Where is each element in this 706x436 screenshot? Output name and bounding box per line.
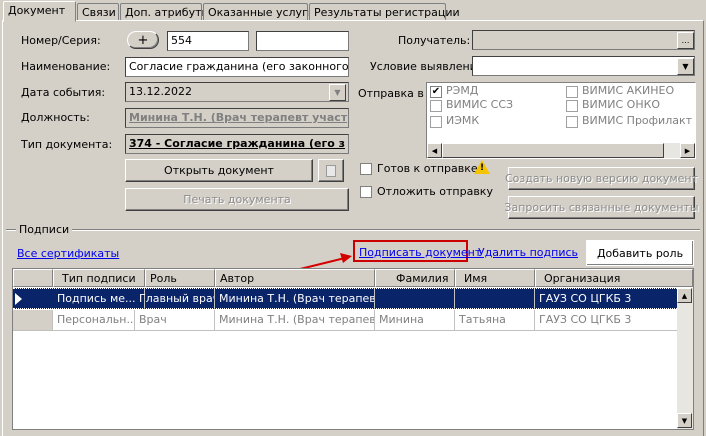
- column-header-role[interactable]: Роль: [145, 269, 215, 287]
- grid-vertical-scrollbar[interactable]: ▲ ▼: [677, 288, 693, 429]
- arrow-up-icon: ▲: [681, 291, 688, 300]
- arrow-down-icon: ▼: [681, 416, 688, 425]
- column-header-last-name[interactable]: Фамилия: [375, 269, 455, 287]
- column-header-type[interactable]: Тип подписи: [53, 269, 145, 287]
- column-header-author[interactable]: Автор: [215, 269, 375, 287]
- cell-author: Минина Т.Н. (Врач терапевт ...: [215, 289, 375, 309]
- table-row[interactable]: Подпись ме... Главный врач Минина Т.Н. (…: [13, 288, 693, 309]
- cell-organization: ГАУЗ СО ЦГКБ 3: [535, 289, 693, 309]
- cell-author: Минина Т.Н. (Врач терапевт ...: [215, 310, 375, 330]
- cell-role: Врач: [135, 310, 215, 330]
- cell-organization: ГАУЗ СО ЦГКБ 3: [535, 310, 693, 330]
- cell-last-name: Минина: [375, 310, 455, 330]
- cell-last-name: [375, 289, 455, 309]
- column-header-first-name[interactable]: Имя: [455, 269, 535, 287]
- cell-first-name: Татьяна: [455, 310, 535, 330]
- cell-first-name: [455, 289, 535, 309]
- cell-role: Главный врач: [135, 289, 215, 309]
- row-indicator-icon: [15, 293, 22, 305]
- scroll-down-button[interactable]: ▼: [677, 413, 692, 428]
- table-row[interactable]: Персональн... Врач Минина Т.Н. (Врач тер…: [13, 310, 693, 331]
- cell-indicator: [13, 310, 53, 330]
- tab-document[interactable]: Документ: [3, 1, 76, 22]
- cell-type: Персональн...: [53, 310, 135, 330]
- cell-type: Подпись ме...: [53, 289, 145, 309]
- grid-corner-header: [13, 269, 53, 287]
- column-header-organization[interactable]: Организация: [535, 269, 693, 287]
- signatures-grid[interactable]: Тип подписи Роль Автор Фамилия Имя Орган…: [12, 268, 694, 430]
- scroll-up-button[interactable]: ▲: [677, 288, 692, 303]
